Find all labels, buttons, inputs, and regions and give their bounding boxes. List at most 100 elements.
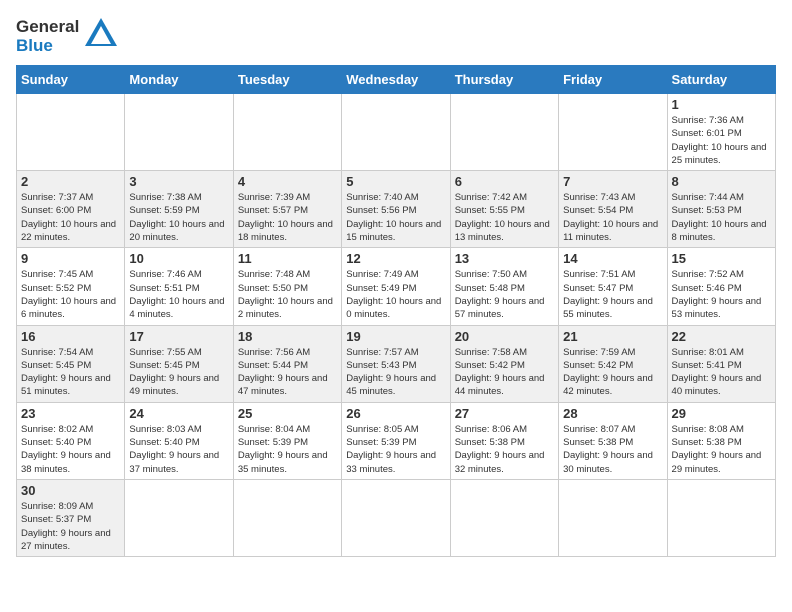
day-info: Sunrise: 8:02 AM Sunset: 5:40 PM Dayligh… [21,423,120,476]
day-cell [667,479,775,556]
day-info: Sunrise: 7:55 AM Sunset: 5:45 PM Dayligh… [129,346,228,399]
day-info: Sunrise: 7:48 AM Sunset: 5:50 PM Dayligh… [238,268,337,321]
day-cell: 14 Sunrise: 7:51 AM Sunset: 5:47 PM Dayli… [559,248,667,325]
day-info: Sunrise: 7:46 AM Sunset: 5:51 PM Dayligh… [129,268,228,321]
day-number: 3 [129,174,228,189]
day-cell: 30 Sunrise: 8:09 AM Sunset: 5:37 PM Dayli… [17,479,125,556]
day-info: Sunrise: 7:52 AM Sunset: 5:46 PM Dayligh… [672,268,771,321]
day-number: 14 [563,251,662,266]
day-cell: 24 Sunrise: 8:03 AM Sunset: 5:40 PM Dayli… [125,402,233,479]
day-info: Sunrise: 7:43 AM Sunset: 5:54 PM Dayligh… [563,191,662,244]
day-info: Sunrise: 7:39 AM Sunset: 5:57 PM Dayligh… [238,191,337,244]
weekday-header-wednesday: Wednesday [342,66,450,94]
weekday-header-monday: Monday [125,66,233,94]
day-info: Sunrise: 7:40 AM Sunset: 5:56 PM Dayligh… [346,191,445,244]
day-cell [559,479,667,556]
day-cell: 28Sunrise: 8:07 AM Sunset: 5:38 PM Dayli… [559,402,667,479]
day-number: 15 [672,251,771,266]
day-cell: 19Sunrise: 7:57 AM Sunset: 5:43 PM Dayli… [342,325,450,402]
day-number: 30 [21,483,120,498]
day-cell [233,479,341,556]
day-cell: 18 Sunrise: 7:56 AM Sunset: 5:44 PM Dayli… [233,325,341,402]
logo-triangle-icon [83,16,119,57]
day-info: Sunrise: 7:54 AM Sunset: 5:45 PM Dayligh… [21,346,120,399]
day-info: Sunrise: 7:38 AM Sunset: 5:59 PM Dayligh… [129,191,228,244]
day-cell: 29 Sunrise: 8:08 AM Sunset: 5:38 PM Dayli… [667,402,775,479]
day-cell: 10 Sunrise: 7:46 AM Sunset: 5:51 PM Dayli… [125,248,233,325]
day-info: Sunrise: 8:05 AM Sunset: 5:39 PM Dayligh… [346,423,445,476]
day-info: Sunrise: 7:50 AM Sunset: 5:48 PM Dayligh… [455,268,554,321]
day-info: Sunrise: 7:36 AM Sunset: 6:01 PM Dayligh… [672,114,771,167]
day-number: 7 [563,174,662,189]
logo-general: General [16,17,79,36]
day-cell [233,94,341,171]
day-number: 22 [672,329,771,344]
day-cell: 22 Sunrise: 8:01 AM Sunset: 5:41 PM Dayli… [667,325,775,402]
day-info: Sunrise: 7:59 AM Sunset: 5:42 PM Dayligh… [563,346,662,399]
day-cell: 8Sunrise: 7:44 AM Sunset: 5:53 PM Daylig… [667,171,775,248]
day-info: Sunrise: 8:04 AM Sunset: 5:39 PM Dayligh… [238,423,337,476]
weekday-header-thursday: Thursday [450,66,558,94]
day-number: 9 [21,251,120,266]
day-cell: 3 Sunrise: 7:38 AM Sunset: 5:59 PM Daylig… [125,171,233,248]
day-cell: 12 Sunrise: 7:49 AM Sunset: 5:49 PM Dayli… [342,248,450,325]
day-cell: 17 Sunrise: 7:55 AM Sunset: 5:45 PM Dayli… [125,325,233,402]
day-info: Sunrise: 8:06 AM Sunset: 5:38 PM Dayligh… [455,423,554,476]
day-number: 24 [129,406,228,421]
day-cell: 5Sunrise: 7:40 AM Sunset: 5:56 PM Daylig… [342,171,450,248]
day-number: 25 [238,406,337,421]
logo-blue: Blue [16,36,53,55]
header: General Blue [16,16,776,57]
day-info: Sunrise: 8:01 AM Sunset: 5:41 PM Dayligh… [672,346,771,399]
weekday-header-friday: Friday [559,66,667,94]
day-cell: 26 Sunrise: 8:05 AM Sunset: 5:39 PM Dayli… [342,402,450,479]
day-number: 29 [672,406,771,421]
weekday-header-row: SundayMondayTuesdayWednesdayThursdayFrid… [17,66,776,94]
day-number: 26 [346,406,445,421]
day-info: Sunrise: 8:08 AM Sunset: 5:38 PM Dayligh… [672,423,771,476]
day-info: Sunrise: 7:58 AM Sunset: 5:42 PM Dayligh… [455,346,554,399]
day-cell: 2 Sunrise: 7:37 AM Sunset: 6:00 PM Daylig… [17,171,125,248]
day-number: 4 [238,174,337,189]
day-number: 10 [129,251,228,266]
day-info: Sunrise: 7:37 AM Sunset: 6:00 PM Dayligh… [21,191,120,244]
day-cell [125,94,233,171]
day-info: Sunrise: 8:03 AM Sunset: 5:40 PM Dayligh… [129,423,228,476]
day-info: Sunrise: 8:09 AM Sunset: 5:37 PM Dayligh… [21,500,120,553]
day-number: 17 [129,329,228,344]
calendar: SundayMondayTuesdayWednesdayThursdayFrid… [16,65,776,557]
week-row-4: 16 Sunrise: 7:54 AM Sunset: 5:45 PM Dayli… [17,325,776,402]
day-cell: 15 Sunrise: 7:52 AM Sunset: 5:46 PM Dayli… [667,248,775,325]
day-cell: 6 Sunrise: 7:42 AM Sunset: 5:55 PM Daylig… [450,171,558,248]
day-number: 1 [672,97,771,112]
day-cell [559,94,667,171]
day-cell: 13 Sunrise: 7:50 AM Sunset: 5:48 PM Dayli… [450,248,558,325]
weekday-header-tuesday: Tuesday [233,66,341,94]
day-cell [450,479,558,556]
day-number: 20 [455,329,554,344]
day-cell: 1 Sunrise: 7:36 AM Sunset: 6:01 PM Daylig… [667,94,775,171]
day-info: Sunrise: 7:56 AM Sunset: 5:44 PM Dayligh… [238,346,337,399]
day-cell [17,94,125,171]
day-info: Sunrise: 7:45 AM Sunset: 5:52 PM Dayligh… [21,268,120,321]
day-info: Sunrise: 7:51 AM Sunset: 5:47 PM Dayligh… [563,268,662,321]
day-cell: 25 Sunrise: 8:04 AM Sunset: 5:39 PM Dayli… [233,402,341,479]
day-number: 21 [563,329,662,344]
day-number: 8 [672,174,771,189]
day-number: 18 [238,329,337,344]
day-info: Sunrise: 8:07 AM Sunset: 5:38 PM Dayligh… [563,423,662,476]
day-cell [125,479,233,556]
day-number: 27 [455,406,554,421]
day-cell: 7 Sunrise: 7:43 AM Sunset: 5:54 PM Daylig… [559,171,667,248]
day-number: 6 [455,174,554,189]
week-row-3: 9 Sunrise: 7:45 AM Sunset: 5:52 PM Daylig… [17,248,776,325]
day-number: 2 [21,174,120,189]
day-number: 11 [238,251,337,266]
day-info: Sunrise: 7:49 AM Sunset: 5:49 PM Dayligh… [346,268,445,321]
day-number: 13 [455,251,554,266]
weekday-header-sunday: Sunday [17,66,125,94]
day-cell [450,94,558,171]
day-info: Sunrise: 7:42 AM Sunset: 5:55 PM Dayligh… [455,191,554,244]
day-number: 12 [346,251,445,266]
day-number: 16 [21,329,120,344]
